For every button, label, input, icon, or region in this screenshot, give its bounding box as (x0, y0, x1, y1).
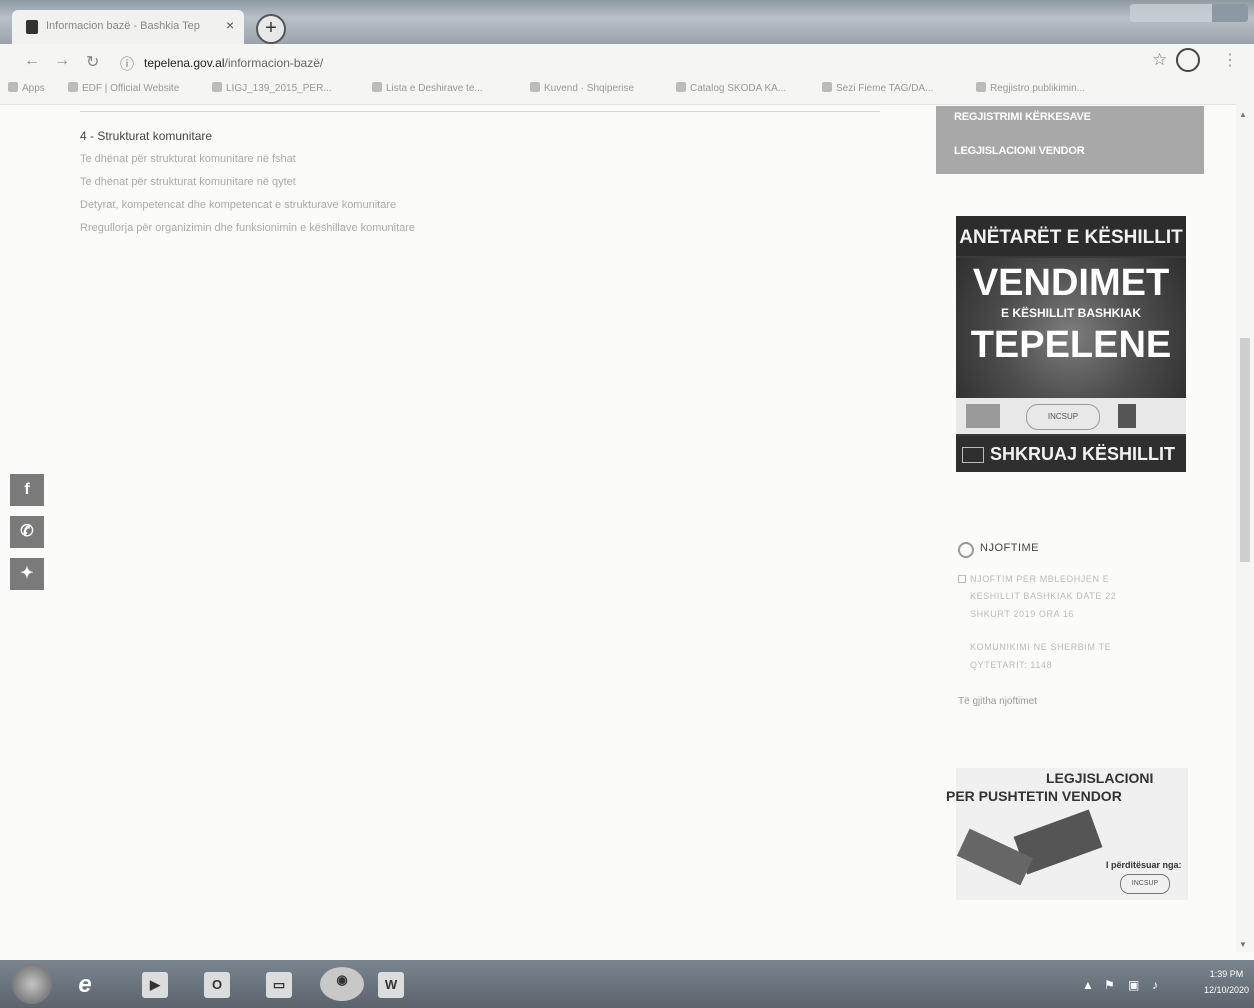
address-bar[interactable]: tepelena.gov.al/informacion-bazë/ (144, 56, 323, 70)
section-heading: 4 - Strukturat komunitare (80, 129, 213, 143)
twitter-share-icon[interactable]: ✦ (10, 558, 44, 590)
bookmark-item[interactable]: Lista e Deshirave te... (372, 82, 483, 94)
url-path: /informacion-bazë/ (224, 56, 324, 70)
bookmark-favicon-icon (212, 82, 222, 92)
bookmark-item[interactable]: EDF | Official Website (68, 82, 179, 94)
network-icon[interactable]: ▣ (1128, 978, 1139, 992)
link-regulation[interactable]: Rregullorja për organizimin dhe funksion… (80, 222, 415, 234)
incsup-logo: INCSUP (1026, 404, 1100, 430)
bookmark-favicon-icon (676, 82, 686, 92)
notice-item-1[interactable]: KESHILLIT BASHKIAK DATE 22 (970, 591, 1116, 601)
tray-expand-icon[interactable]: ▲ (1082, 978, 1094, 992)
bookmark-item[interactable]: Catalog SKODA KA... (676, 82, 786, 94)
write-to-council-label: SHKRUAJ KËSHILLIT (990, 444, 1176, 464)
internet-explorer-icon[interactable]: e (72, 972, 98, 998)
site-info-icon[interactable]: ⓘ (120, 54, 134, 74)
bookmark-favicon-icon (976, 82, 986, 92)
windows-taskbar (0, 960, 1254, 1008)
outlook-icon[interactable]: O (204, 972, 230, 998)
link-village-structures[interactable]: Te dhënat për strukturat komunitare në f… (80, 153, 296, 165)
eu-flag-icon (966, 404, 1000, 428)
scrollbar-thumb[interactable] (1240, 338, 1250, 562)
content-divider (80, 111, 880, 112)
bookmark-item[interactable]: Kuvend · Shqiperise (530, 82, 634, 94)
back-arrow-icon[interactable]: ← (24, 52, 40, 70)
whatsapp-share-icon[interactable]: ✆ (10, 516, 44, 548)
scroll-up-arrow-icon[interactable]: ▲ (1239, 110, 1247, 119)
notice-item-2[interactable]: QYTETARIT: 1148 (970, 660, 1052, 670)
notification-icon (958, 542, 974, 558)
bookmark-favicon-icon (372, 82, 382, 92)
legislation-title-1: LEGJISLACIONI (1046, 770, 1154, 786)
notice-bullet-icon (958, 575, 966, 583)
notice-item-1[interactable]: NJOFTIM PER MBLEDHJEN E (970, 574, 1109, 584)
partner-logo-icon (1118, 404, 1136, 428)
notice-item-1[interactable]: SHKURT 2019 ORA 16 (970, 609, 1074, 619)
council-members-link[interactable]: ANËTARËT E KËSHILLIT (956, 216, 1186, 256)
bookmark-apps[interactable]: Apps (8, 82, 45, 94)
media-player-icon[interactable]: ▶ (142, 972, 168, 998)
clock-time: 1:39 PM (1209, 969, 1244, 979)
legislation-title-2: PER PUSHTETIN VENDOR (946, 788, 1122, 804)
banner-subtitle: E KËSHILLIT BASHKIAK (1000, 306, 1141, 320)
reload-icon[interactable]: ↻ (86, 52, 99, 72)
action-center-flag-icon[interactable]: ⚑ (1104, 978, 1115, 992)
bookmark-item[interactable]: Sezi Fieme TAG/DA... (822, 82, 933, 94)
word-icon[interactable]: W (378, 972, 404, 998)
envelope-icon (962, 447, 984, 463)
banner-vendimet: VENDIMET (972, 262, 1170, 304)
banner-tepelene: TEPELENE (970, 324, 1172, 366)
sidebar-item-regjistrimi[interactable]: REGJISTRIMI KËRKESAVE (954, 111, 1091, 123)
start-button-icon[interactable] (12, 964, 52, 1004)
bookmark-favicon-icon (68, 82, 78, 92)
profile-avatar-icon[interactable] (1176, 48, 1200, 72)
tab-title: Informacion bazë - Bashkia Tep (46, 20, 200, 32)
bookmark-favicon-icon (822, 82, 832, 92)
link-city-structures[interactable]: Te dhënat për strukturat komunitare në q… (80, 176, 296, 188)
notices-title: NJOFTIME (980, 542, 1039, 554)
sidebar-item-legjislacioni[interactable]: LEGJISLACIONI VENDOR (954, 145, 1085, 157)
facebook-share-icon[interactable]: f (10, 474, 44, 506)
close-tab-icon[interactable]: × (226, 17, 234, 33)
link-competences[interactable]: Detyrat, kompetencat dhe kompetencat e s… (80, 199, 396, 211)
notice-item-2[interactable]: KOMUNIKIMI NE SHERBIM TE (970, 642, 1111, 652)
forward-arrow-icon[interactable]: → (54, 52, 70, 70)
browser-tab[interactable]: Informacion bazë - Bashkia Tep × (12, 10, 244, 44)
window-close-button[interactable] (1212, 4, 1248, 22)
bookmark-item[interactable]: LIGJ_139_2015_PER... (212, 82, 332, 94)
bookmark-item[interactable]: Regjistro publikimin... (976, 82, 1085, 94)
all-notices-link[interactable]: Të gjitha njoftimet (958, 696, 1037, 707)
site-favicon-icon (26, 20, 38, 34)
system-clock[interactable]: 1:39 PM 12/10/2020 (1204, 966, 1249, 998)
scroll-down-arrow-icon[interactable]: ▼ (1239, 940, 1247, 949)
incsup-seal-logo: INCSUP (1120, 874, 1170, 894)
bookmark-star-icon[interactable]: ☆ (1152, 50, 1167, 70)
legislation-updated-note: I përditësuar nga: (1106, 860, 1182, 870)
apps-grid-icon (8, 82, 18, 92)
volume-icon[interactable]: ♪ (1152, 978, 1158, 992)
chrome-icon[interactable]: ◉ (320, 967, 364, 1001)
browser-menu-icon[interactable]: ⋮ (1222, 50, 1238, 70)
clock-date: 12/10/2020 (1204, 985, 1250, 995)
url-domain: tepelena.gov.al (144, 56, 225, 70)
file-explorer-icon[interactable]: ▭ (266, 972, 292, 998)
new-tab-button[interactable]: + (256, 14, 286, 44)
bookmark-favicon-icon (530, 82, 540, 92)
